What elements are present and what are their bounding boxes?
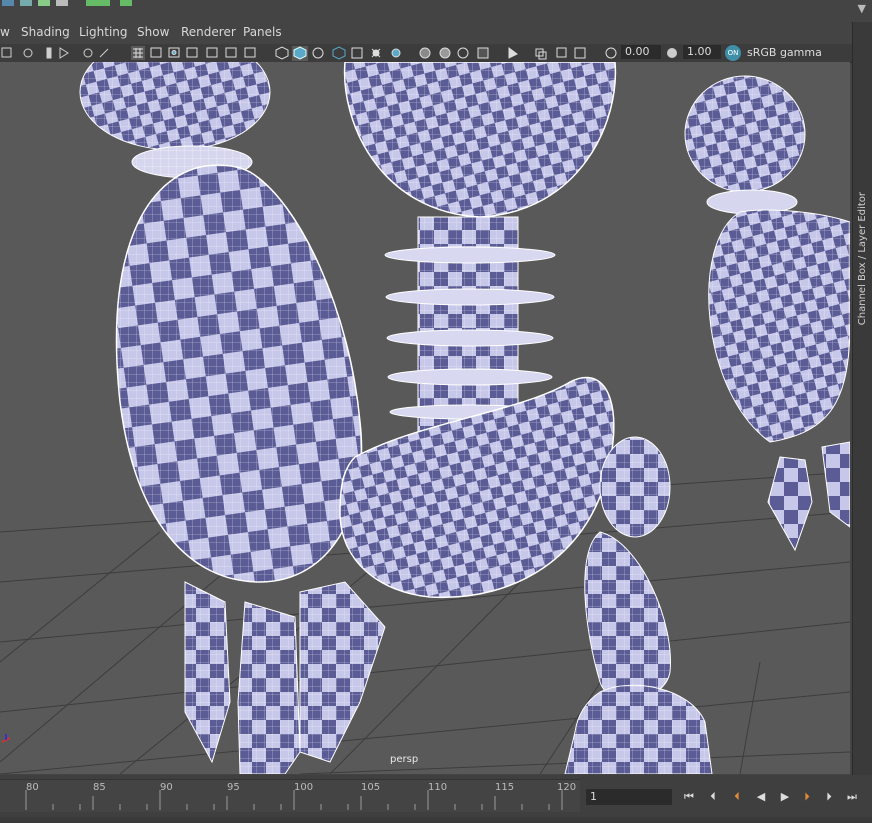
wireframe-on-shaded-icon xyxy=(332,46,346,60)
menu-renderer[interactable]: Renderer xyxy=(181,25,236,39)
perspective-viewport[interactable]: persp xyxy=(0,62,850,774)
menu-show[interactable]: Show xyxy=(137,25,169,39)
textured-icon xyxy=(351,47,363,59)
shelf-tool-icon[interactable] xyxy=(86,0,110,6)
tick-label: 80 xyxy=(26,782,39,793)
tick-label: 105 xyxy=(361,782,381,793)
mesh-center-sphere xyxy=(343,62,617,218)
tick-label: 115 xyxy=(495,782,515,793)
view-transform-label[interactable]: sRGB gamma xyxy=(747,46,822,59)
tick-label: 100 xyxy=(294,782,314,793)
mesh-right-leg xyxy=(564,531,713,774)
current-frame-field[interactable]: 1 xyxy=(586,789,672,805)
menu-view[interactable]: w xyxy=(0,25,10,39)
default-material-icon xyxy=(312,47,324,59)
isolate-select-icon xyxy=(508,47,518,59)
grease-pencil-icon xyxy=(99,48,109,58)
shelf-strip: ▼ xyxy=(0,0,872,22)
shelf-tool-icon[interactable] xyxy=(2,0,14,6)
field-chart-icon xyxy=(206,47,218,58)
go-to-end-icon[interactable]: ⏭ xyxy=(845,790,859,804)
tick-label: 90 xyxy=(160,782,173,793)
exposure-field[interactable]: 0.00 xyxy=(621,45,661,59)
step-back-frame-icon[interactable]: ⏴ xyxy=(730,790,744,804)
go-to-start-icon[interactable]: ⏮ xyxy=(682,790,696,804)
range-slider-edge xyxy=(0,817,872,823)
menu-shading[interactable]: Shading xyxy=(21,25,70,39)
mesh-left-legs xyxy=(184,581,386,774)
time-slider[interactable]: 80 85 90 95 100 105 110 115 120 xyxy=(0,779,580,812)
shelf-tool-icon[interactable] xyxy=(20,0,32,6)
shadows-icon xyxy=(391,48,401,58)
time-ticks xyxy=(25,790,563,810)
tick-label: 110 xyxy=(428,782,448,793)
depth-of-field-icon xyxy=(477,47,489,59)
two-d-pan-zoom-icon xyxy=(83,48,93,58)
camera-attributes-icon xyxy=(23,48,33,58)
viewport-scene xyxy=(0,62,850,774)
safe-title-icon xyxy=(244,47,256,58)
multisample-aa-icon xyxy=(457,47,469,59)
gamma-icon xyxy=(667,48,677,58)
play-forwards-icon[interactable]: ▶ xyxy=(778,790,792,804)
grid-icon xyxy=(133,48,143,58)
xray-active-components-icon xyxy=(556,47,567,58)
step-back-key-icon[interactable]: ⏴ xyxy=(706,790,720,804)
image-plane-icon xyxy=(59,47,69,59)
channel-box-tab-label: Channel Box / Layer Editor xyxy=(857,192,868,326)
time-slider-bar: 80 85 90 95 100 105 110 115 120 1 ⏮ ⏴ ⏴ … xyxy=(0,775,872,823)
tick-label: 95 xyxy=(227,782,240,793)
safe-action-icon xyxy=(225,47,237,58)
shelf-tool-icon[interactable] xyxy=(120,0,132,6)
exposure-icon xyxy=(605,47,617,59)
color-management-toggle[interactable]: ON xyxy=(725,45,741,61)
gate-mask-icon xyxy=(186,47,198,58)
collapse-arrow-icon[interactable]: ▼ xyxy=(858,2,866,15)
film-gate-icon xyxy=(150,47,162,58)
menu-panels[interactable]: Panels xyxy=(243,25,282,39)
tick-label: 85 xyxy=(93,782,106,793)
shelf-tool-icon[interactable] xyxy=(56,0,68,6)
channel-box-tab[interactable]: Channel Box / Layer Editor xyxy=(852,22,872,775)
motion-blur-icon xyxy=(439,47,451,59)
step-forward-frame-icon[interactable]: ⏵ xyxy=(800,790,814,804)
menu-lighting[interactable]: Lighting xyxy=(79,25,128,39)
bookmark-icon xyxy=(46,47,52,59)
mesh-upper-left xyxy=(79,62,271,179)
play-backwards-icon[interactable]: ◀ xyxy=(754,790,768,804)
select-camera-icon xyxy=(1,47,12,58)
shelf-tool-icon[interactable] xyxy=(38,0,50,6)
panel-menu-bar: w Shading Lighting Show Renderer Panels xyxy=(0,22,872,44)
smooth-shade-all-icon xyxy=(293,46,307,60)
gamma-field[interactable]: 1.00 xyxy=(683,45,721,59)
step-forward-key-icon[interactable]: ⏵ xyxy=(822,790,836,804)
mesh-far-right xyxy=(684,75,850,552)
mesh-left-egg xyxy=(115,164,363,583)
camera-name-label: persp xyxy=(390,754,419,765)
tick-label: 120 xyxy=(557,782,577,793)
screen-space-ao-icon xyxy=(419,47,431,59)
panel-toolbar: 0.00 1.00 ON sRGB gamma xyxy=(0,44,852,63)
wireframe-icon xyxy=(275,46,289,60)
xray-joints-icon xyxy=(574,47,586,59)
